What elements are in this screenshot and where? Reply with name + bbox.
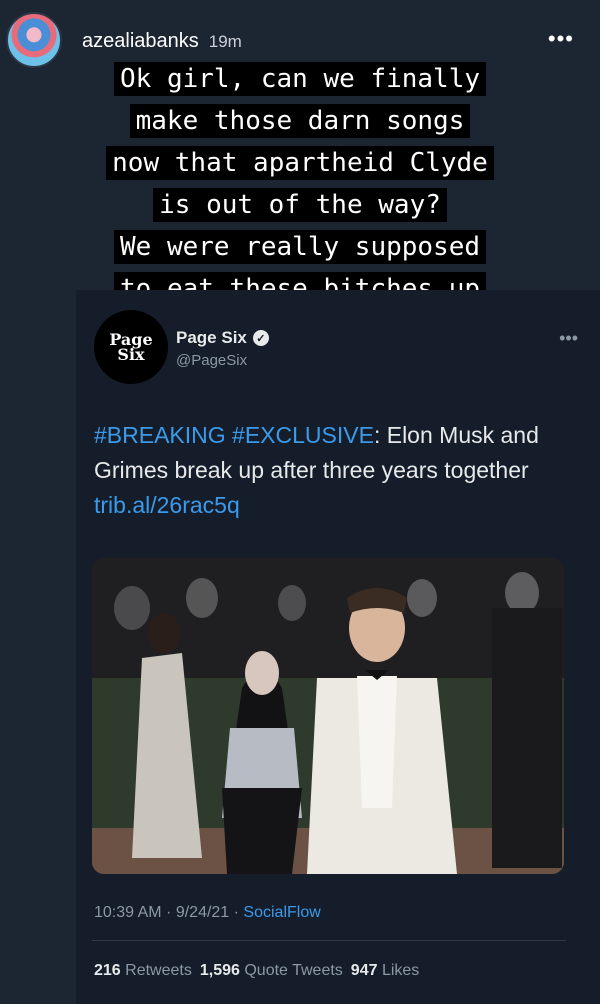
- more-options-icon[interactable]: •••: [548, 26, 574, 52]
- tweet-handle[interactable]: @PageSix: [176, 352, 247, 369]
- tweet-photo[interactable]: [92, 558, 564, 874]
- likes-count: 947: [350, 962, 378, 979]
- retweets-label: Retweets: [125, 962, 192, 979]
- verified-badge-icon: ✓: [252, 330, 269, 346]
- caption-line: Ok girl, can we finally: [113, 62, 487, 96]
- quote-tweets-stat[interactable]: 1,596 Quote Tweets: [200, 962, 343, 980]
- likes-stat[interactable]: 947 Likes: [351, 962, 420, 980]
- tweet-text: #BREAKING #EXCLUSIVE: Elon Musk and Grim…: [94, 418, 574, 523]
- author-name: Page Six: [176, 328, 247, 347]
- tweet-link[interactable]: trib.al/26rac5q: [94, 492, 240, 518]
- event-photo-illustration: [92, 558, 564, 874]
- tweet-meta: 10:39 AM · 9/24/21 · SocialFlow: [94, 904, 321, 922]
- tweet-stats: 216 Retweets 1,596 Quote Tweets 947 Like…: [94, 962, 419, 980]
- tweet-timestamp[interactable]: 10:39 AM · 9/24/21 ·: [94, 904, 243, 921]
- tweet-more-icon[interactable]: •••: [559, 328, 578, 349]
- divider: [92, 940, 566, 941]
- story-caption: Ok girl, can we finally make those darn …: [0, 60, 600, 312]
- logo-text: Six: [117, 345, 145, 364]
- retweets-count: 216: [94, 962, 121, 979]
- tweet-author-name[interactable]: Page Six ✓: [176, 328, 269, 348]
- embedded-tweet[interactable]: Page Six Page Six ✓ @PageSix ••• #BREAKI…: [76, 290, 600, 1004]
- retweets-stat[interactable]: 216 Retweets: [94, 962, 192, 980]
- caption-line: is out of the way?: [153, 188, 447, 222]
- hashtag-links[interactable]: #BREAKING #EXCLUSIVE: [94, 422, 374, 448]
- caption-line: now that apartheid Clyde: [106, 146, 494, 180]
- page-six-logo[interactable]: Page Six: [94, 310, 168, 384]
- caption-line: We were really supposed: [113, 230, 487, 264]
- caption-line: make those darn songs: [129, 104, 471, 138]
- quotes-label: Quote Tweets: [244, 962, 343, 979]
- story-time: 19m: [208, 32, 242, 51]
- story-user-row: azealiabanks 19m: [82, 30, 242, 53]
- likes-label: Likes: [381, 962, 420, 979]
- quotes-count: 1,596: [199, 962, 240, 979]
- username[interactable]: azealiabanks: [82, 30, 199, 53]
- tweet-source[interactable]: SocialFlow: [243, 904, 320, 921]
